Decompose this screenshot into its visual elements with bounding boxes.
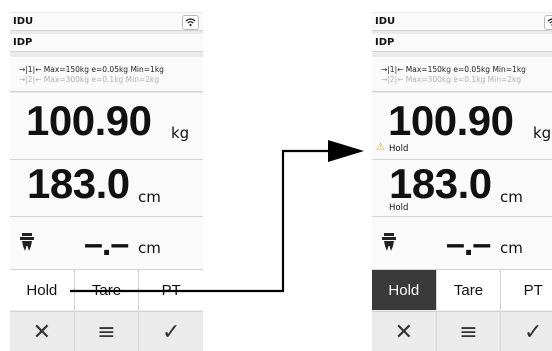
flow-arrow <box>70 140 364 293</box>
